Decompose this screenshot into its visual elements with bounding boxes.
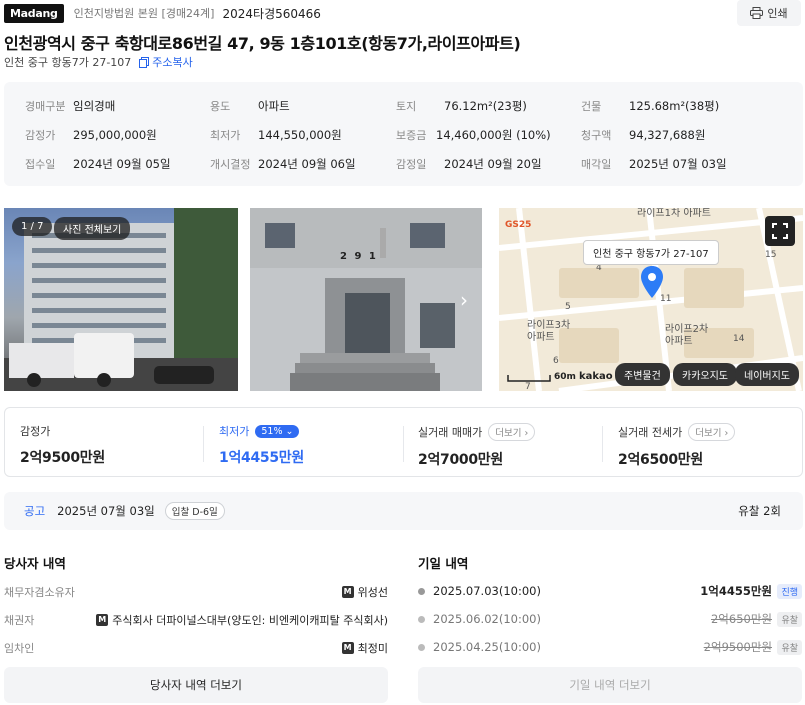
notice-bar: 공고 2025년 07월 03일 입찰 D-6일 유찰 2회 xyxy=(4,492,803,530)
fail-count: 유찰 2회 xyxy=(738,504,781,518)
map-number: 14 xyxy=(733,334,745,344)
history-row: 2025.07.03(10:00) 1억4455만원 진행 xyxy=(418,583,802,599)
map-fullscreen-button[interactable] xyxy=(765,216,795,246)
short-address: 인천 중구 항동7가 27-107 xyxy=(4,56,132,69)
info-appraisal-date: 감정일 2024년 09월 20일 xyxy=(396,157,542,171)
map-scale-bar xyxy=(507,375,551,382)
real-trade-more-button[interactable]: 더보기 › xyxy=(488,423,536,441)
chevron-right-icon[interactable]: › xyxy=(460,288,468,312)
dday-badge: 입찰 D-6일 xyxy=(164,502,225,520)
price-minimum: 최저가 51% ⌄ 1억4455만원 xyxy=(219,424,304,466)
map-label-gs25: GS25 xyxy=(505,220,532,230)
kakao-map-button[interactable]: 카카오지도 xyxy=(673,363,737,386)
print-button[interactable]: 인쇄 xyxy=(737,0,801,26)
map-address-tooltip: 인천 중구 항동7가 27-107 xyxy=(583,240,719,265)
party-row: 채권자 M 주식회사 더파이널스대부(양도인: 비엔케이캐피탈 주식회사) xyxy=(4,614,388,627)
m-badge-icon: M xyxy=(341,586,354,598)
history-row: 2025.06.02(10:00) 2억650만원 유찰 xyxy=(418,611,802,627)
building-entrance-image xyxy=(250,208,482,391)
m-badge-icon: M xyxy=(96,614,109,626)
m-badge-icon: M xyxy=(341,642,354,654)
divider xyxy=(203,426,204,462)
info-usage: 용도 아파트 xyxy=(210,99,290,113)
print-label: 인쇄 xyxy=(767,7,788,20)
price-real-trade: 실거래 매매가 더보기 › 2억7000만원 xyxy=(418,423,536,469)
building-number: 2 9 1 xyxy=(340,251,378,262)
map-label-life2: 라이프2차 아파트 xyxy=(665,324,709,347)
info-sale-date: 매각일 2025년 07월 03일 xyxy=(581,157,727,171)
naver-map-button[interactable]: 네이버지도 xyxy=(735,363,799,386)
price-jeonse: 실거래 전세가 더보기 › 2억6500만원 xyxy=(618,423,736,469)
info-auction-type: 경매구분 임의경매 xyxy=(25,99,116,113)
parties-more-button[interactable]: 당사자 내역 더보기 xyxy=(4,667,388,703)
history-row: 2025.04.25(10:00) 2억9500만원 유찰 xyxy=(418,639,802,655)
notice-label: 공고 xyxy=(24,504,46,518)
map-number: 7 xyxy=(525,382,531,391)
madang-logo: Madang xyxy=(4,3,64,23)
map-label-life1: 라이프1차 아파트 xyxy=(637,208,711,219)
kakao-logo: kakao xyxy=(579,371,613,382)
nearby-items-button[interactable]: 주변물건 xyxy=(615,363,670,386)
location-map[interactable]: 라이프1차 아파트 라이프3차 아파트 라이프2차 아파트 GS25 15 4 … xyxy=(499,208,803,391)
info-deposit: 보증금 14,460,000원 (10%) xyxy=(396,128,551,142)
header: Madang 인천지방법원 본원 [경매24계] 2024타경560466 인쇄 xyxy=(4,0,801,26)
map-number: 5 xyxy=(565,302,571,312)
case-number: 2024타경560466 xyxy=(222,6,321,21)
info-start-decision: 개시결정 2024년 09월 06일 xyxy=(210,157,356,171)
copy-icon xyxy=(139,56,150,68)
property-photo-1[interactable]: 1 / 7 사진 전체보기 xyxy=(4,208,238,391)
divider xyxy=(403,426,404,462)
info-min-price: 최저가 144,550,000원 xyxy=(210,128,342,142)
price-summary: 감정가 2억9500만원 최저가 51% ⌄ 1억4455만원 실거래 매매가 더보… xyxy=(4,407,803,477)
court-name: 인천지방법원 본원 [경매24계] xyxy=(73,7,215,20)
map-number: 6 xyxy=(553,356,559,366)
info-claim: 청구액 94,327,688원 xyxy=(581,128,706,142)
party-row: 임차인 M 최정미 xyxy=(4,642,388,655)
copy-address-button[interactable]: 주소복사 xyxy=(139,54,193,70)
copy-address-label: 주소복사 xyxy=(152,56,193,69)
info-received: 접수일 2024년 09월 05일 xyxy=(25,157,171,171)
price-appraisal: 감정가 2억9500만원 xyxy=(20,425,105,466)
info-land: 토지 76.12m²(23평) xyxy=(396,99,527,113)
parties-title: 당사자 내역 xyxy=(4,556,66,571)
info-appraisal: 감정가 295,000,000원 xyxy=(25,128,157,142)
map-marker-icon[interactable] xyxy=(641,266,663,298)
party-row: 채무자겸소유자 M 위성선 xyxy=(4,586,388,599)
divider xyxy=(602,426,603,462)
info-building: 건물 125.68m²(38평) xyxy=(581,99,720,113)
map-label-life3: 라이프3차 아파트 xyxy=(527,320,571,343)
map-scale-label: 60m xyxy=(554,372,576,382)
page-title: 인천광역시 중구 축항대로86번길 47, 9동 1층101호(항동7가,라이프… xyxy=(4,34,521,53)
expand-icon xyxy=(772,223,788,239)
photo-counter: 1 / 7 xyxy=(12,217,53,236)
address-row: 인천 중구 항동7가 27-107 주소복사 xyxy=(4,54,193,70)
property-photo-2[interactable]: 2 9 1 › xyxy=(250,208,482,391)
view-all-photos-button[interactable]: 사진 전체보기 xyxy=(54,217,131,240)
printer-icon xyxy=(750,7,764,19)
history-more-button[interactable]: 기일 내역 더보기 xyxy=(418,667,802,703)
jeonse-more-button[interactable]: 더보기 › xyxy=(688,423,736,441)
auction-info-panel: 경매구분 임의경매 용도 아파트 토지 76.12m²(23평) 건물 125.68m²… xyxy=(4,82,803,186)
map-number: 15 xyxy=(765,250,777,260)
min-price-percent-badge: 51% ⌄ xyxy=(255,424,300,438)
notice-date: 2025년 07월 03일 xyxy=(57,504,155,518)
history-title: 기일 내역 xyxy=(418,556,469,571)
